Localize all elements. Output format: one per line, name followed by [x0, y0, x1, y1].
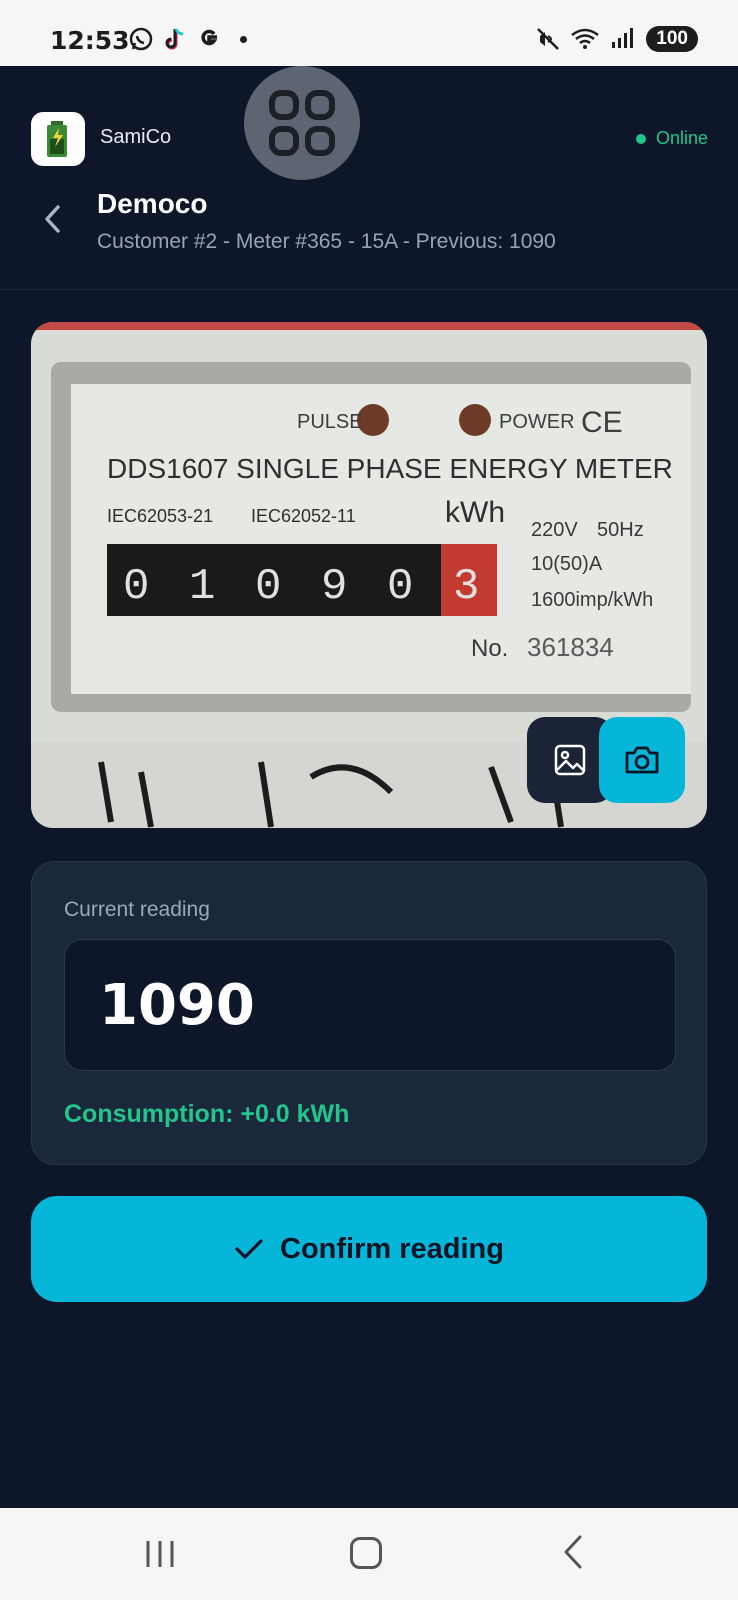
- mute-icon: [537, 28, 560, 50]
- app-logo: [31, 112, 85, 166]
- signal-icon: [612, 28, 634, 48]
- app-name: SamiCo: [100, 126, 172, 148]
- system-icons: 100: [536, 26, 698, 52]
- connection-status: Online: [635, 128, 708, 149]
- meter-digit: 9: [321, 562, 347, 612]
- confirm-reading-label: Confirm reading: [280, 1232, 504, 1265]
- wifi-icon: [571, 28, 600, 49]
- status-time: 12:53: [50, 26, 130, 55]
- meter-digit: 3: [453, 562, 479, 612]
- spec-frequency: 50Hz: [597, 519, 644, 541]
- ce-mark: CE: [581, 406, 623, 439]
- spec-current: 10(50)A: [531, 553, 603, 575]
- serial-label: No.: [471, 635, 508, 662]
- meter-unit: kWh: [445, 496, 505, 529]
- meter-digit: 0: [255, 562, 281, 612]
- battery-level: 100: [646, 26, 698, 52]
- battery-logo-icon: [47, 121, 67, 157]
- meter-model: DDS1607 SINGLE PHASE ENERGY METER: [107, 453, 673, 484]
- pulse-label: PULSE: [297, 411, 363, 433]
- google-icon: [201, 29, 218, 46]
- meter-standard-2: IEC62052-11: [251, 506, 356, 526]
- image-icon: [554, 744, 586, 776]
- recent-apps-icon[interactable]: [144, 1538, 176, 1570]
- current-reading-input[interactable]: 1090: [64, 939, 676, 1071]
- chevron-left-icon: [45, 205, 60, 233]
- power-label: POWER: [499, 411, 575, 433]
- floating-apps-button[interactable]: [244, 66, 360, 180]
- current-reading-label: Current reading: [64, 898, 210, 921]
- confirm-reading-button[interactable]: Confirm reading: [31, 1196, 707, 1302]
- meter-digit: 0: [387, 562, 413, 612]
- whatsapp-icon: [129, 27, 153, 51]
- spec-impulse: 1600imp/kWh: [531, 589, 653, 611]
- online-dot-icon: [635, 133, 646, 144]
- back-button[interactable]: [36, 199, 68, 239]
- more-notifications-dot: [240, 35, 247, 43]
- camera-button[interactable]: [599, 717, 685, 803]
- reading-card: Current reading 1090 Consumption: +0.0 k…: [31, 861, 707, 1165]
- consumption-text: Consumption: +0.0 kWh: [64, 1100, 350, 1128]
- tiktok-icon: [165, 28, 184, 50]
- nav-back-icon[interactable]: [560, 1534, 586, 1570]
- notification-icons: [128, 26, 247, 52]
- page-title: Democo: [97, 188, 208, 219]
- status-bar: 12:53 100: [0, 0, 738, 66]
- spec-voltage: 220V: [531, 519, 578, 541]
- system-nav-bar: [0, 1508, 738, 1600]
- grid-icon: [269, 90, 335, 156]
- camera-icon: [625, 746, 659, 774]
- meter-standard-1: IEC62053-21: [107, 506, 213, 526]
- app-header: SamiCo Online Democo Customer #2 - Meter…: [0, 66, 738, 290]
- serial-number: 361834: [527, 632, 614, 662]
- page-subtitle: Customer #2 - Meter #365 - 15A - Previou…: [97, 230, 556, 253]
- meter-digit: 0: [123, 562, 149, 612]
- check-icon: [235, 1239, 263, 1259]
- meter-photo: PULSE POWER CE DDS1607 SINGLE PHASE ENER…: [31, 322, 707, 828]
- meter-digit: 1: [189, 562, 215, 612]
- connection-status-label: Online: [655, 128, 708, 148]
- home-icon[interactable]: [350, 1537, 382, 1569]
